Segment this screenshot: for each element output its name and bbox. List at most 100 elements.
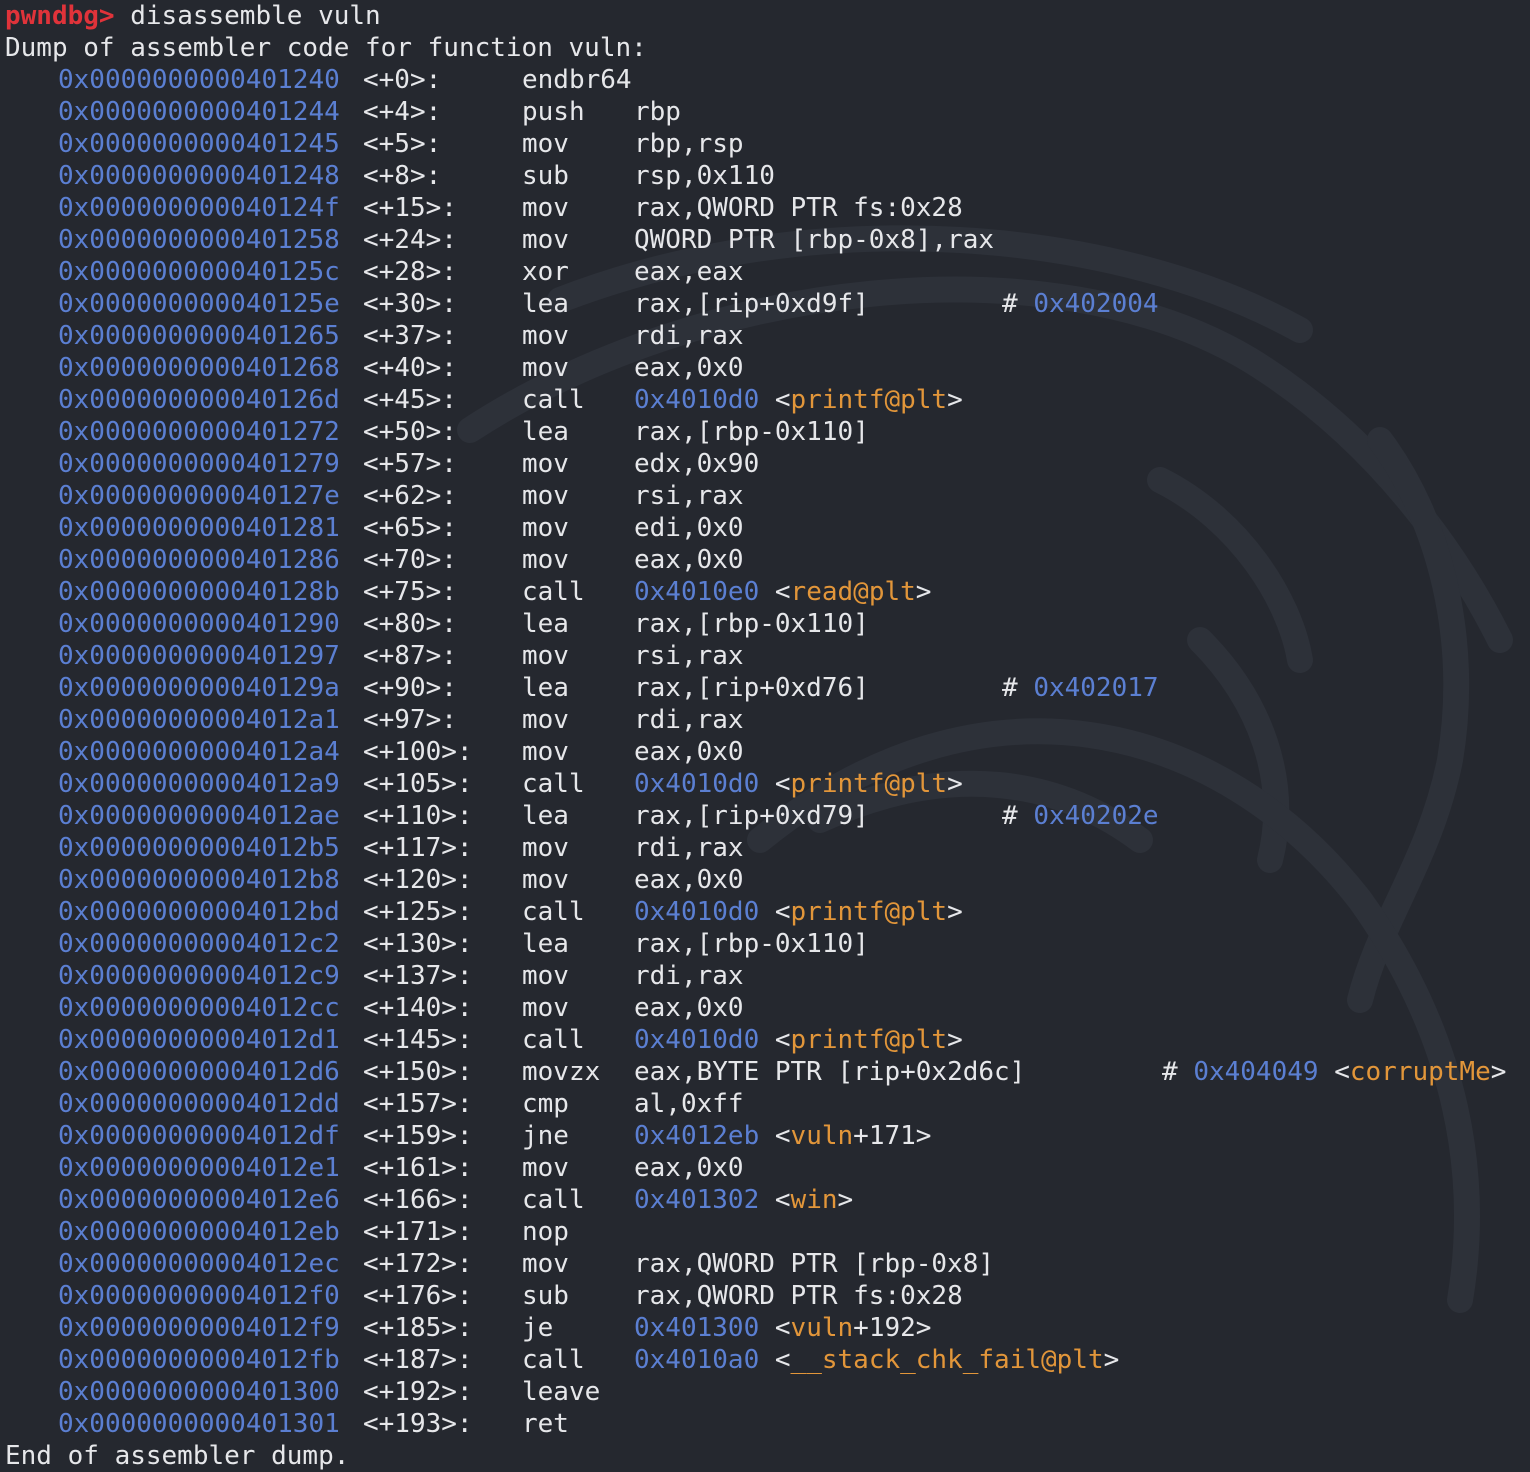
instruction-operands: rsi,rax xyxy=(634,641,744,671)
instruction-offset: <+45>: xyxy=(363,385,457,415)
instruction-operands: rbp,rsp xyxy=(634,129,744,159)
instruction-address: 0x0000000000401286 xyxy=(58,545,340,575)
instruction-mnemonic: mov xyxy=(522,961,569,991)
instruction-comment: # 0x40202e xyxy=(1002,800,1159,832)
comment-address: 0x404049 xyxy=(1193,1057,1319,1087)
instruction-address: 0x0000000000401258 xyxy=(58,225,340,255)
instruction-offset: <+57>: xyxy=(363,449,457,479)
instruction-mnemonic: endbr64 xyxy=(522,65,632,95)
instruction-offset: <+110>: xyxy=(363,801,473,831)
instruction-operands: rax,[rbp-0x110] xyxy=(634,609,869,639)
instruction-mnemonic: mov xyxy=(522,193,569,223)
instruction-address: 0x00000000004012f0 xyxy=(58,1281,340,1311)
symbol-close: > xyxy=(915,577,932,607)
symbol-open: < xyxy=(759,1121,791,1151)
branch-target: 0x4010d0 xyxy=(634,385,760,415)
comment-address: 0x402004 xyxy=(1033,289,1159,319)
instruction-operands: edx,0x90 xyxy=(634,449,760,479)
instruction-offset: <+120>: xyxy=(363,865,473,895)
symbol-open: < xyxy=(759,1345,791,1375)
instruction-operands: 0x4010d0 <printf@plt> xyxy=(634,1024,963,1056)
instruction-operands: eax,0x0 xyxy=(634,353,744,383)
instruction-row: 0x00000000004012eb <+171>: nop xyxy=(5,1216,1530,1248)
instruction-address: 0x0000000000401248 xyxy=(58,161,340,191)
instruction-mnemonic: mov xyxy=(522,993,569,1023)
instruction-offset: <+117>: xyxy=(363,833,473,863)
instruction-offset: <+172>: xyxy=(363,1249,473,1279)
instruction-operands: eax,0x0 xyxy=(634,865,744,895)
instruction-row: 0x00000000004012e1 <+161>: mov eax,0x0 xyxy=(5,1152,1530,1184)
instruction-mnemonic: mov xyxy=(522,1249,569,1279)
symbol-name: __stack_chk_fail@plt xyxy=(790,1345,1104,1375)
symbol-open: < xyxy=(759,897,791,927)
instruction-row: 0x0000000000401248 <+8>: sub rsp,0x110 xyxy=(5,160,1530,192)
prompt: pwndbg> xyxy=(5,1,115,31)
instruction-address: 0x0000000000401244 xyxy=(58,97,340,127)
instruction-row: 0x00000000004012d6 <+150>: movzx eax,BYTE P… xyxy=(5,1056,1530,1088)
instruction-row: 0x0000000000401286 <+70>: mov eax,0x0 xyxy=(5,544,1530,576)
instruction-comment: # 0x402004 xyxy=(1002,288,1159,320)
instruction-mnemonic: call xyxy=(522,769,585,799)
instruction-mnemonic: lea xyxy=(522,929,569,959)
instruction-offset: <+159>: xyxy=(363,1121,473,1151)
branch-target: 0x4010d0 xyxy=(634,769,760,799)
instruction-operands: 0x4010d0 <printf@plt> xyxy=(634,384,963,416)
instruction-row: 0x00000000004012bd <+125>: call 0x4010d0 <p… xyxy=(5,896,1530,928)
instruction-mnemonic: cmp xyxy=(522,1089,569,1119)
instruction-operands: 0x401302 <win> xyxy=(634,1184,853,1216)
instruction-offset: <+137>: xyxy=(363,961,473,991)
instruction-address: 0x00000000004012cc xyxy=(58,993,340,1023)
instruction-row: 0x00000000004012b5 <+117>: mov rdi,rax xyxy=(5,832,1530,864)
instruction-operands: rsi,rax xyxy=(634,481,744,511)
instruction-offset: <+24>: xyxy=(363,225,457,255)
symbol-name: printf@plt xyxy=(790,1025,948,1055)
instruction-address: 0x00000000004012df xyxy=(58,1121,340,1151)
instruction-address: 0x00000000004012a4 xyxy=(58,737,340,767)
instruction-address: 0x00000000004012eb xyxy=(58,1217,340,1247)
instruction-row: 0x00000000004012cc <+140>: mov eax,0x0 xyxy=(5,992,1530,1024)
symbol-close: > xyxy=(947,385,963,415)
instruction-operands: QWORD PTR [rbp-0x8],rax xyxy=(634,225,995,255)
instruction-row: 0x0000000000401300 <+192>: leave xyxy=(5,1376,1530,1408)
symbol-name: win xyxy=(790,1185,838,1215)
instruction-address: 0x00000000004012f9 xyxy=(58,1313,340,1343)
dump-header: Dump of assembler code for function vuln… xyxy=(5,33,647,63)
instruction-row: 0x0000000000401244 <+4>: push rbp xyxy=(5,96,1530,128)
instruction-address: 0x00000000004012b5 xyxy=(58,833,340,863)
instruction-address: 0x0000000000401240 xyxy=(58,65,340,95)
instruction-address: 0x0000000000401268 xyxy=(58,353,340,383)
instruction-mnemonic: xor xyxy=(522,257,569,287)
instruction-mnemonic: mov xyxy=(522,481,569,511)
instruction-operands: rdi,rax xyxy=(634,321,744,351)
terminal-window[interactable]: pwndbg> disassemble vuln Dump of assembl… xyxy=(0,0,1530,1471)
instruction-mnemonic: push xyxy=(522,97,585,127)
instruction-mnemonic: mov xyxy=(522,321,569,351)
instruction-offset: <+0>: xyxy=(363,65,442,95)
instruction-row: 0x0000000000401265 <+37>: mov rdi,rax xyxy=(5,320,1530,352)
instruction-mnemonic: lea xyxy=(522,673,569,703)
symbol-close: > xyxy=(947,897,963,927)
instruction-mnemonic: lea xyxy=(522,801,569,831)
instruction-mnemonic: movzx xyxy=(522,1057,601,1087)
instruction-offset: <+75>: xyxy=(363,577,457,607)
instruction-comment: # 0x402017 xyxy=(1002,672,1159,704)
instruction-mnemonic: jne xyxy=(522,1121,569,1151)
instruction-mnemonic: call xyxy=(522,1185,585,1215)
instruction-operands: rax,QWORD PTR fs:0x28 xyxy=(634,193,963,223)
instruction-operands: rax,[rip+0xd79] xyxy=(634,801,869,831)
instruction-operands: eax,eax xyxy=(634,257,744,287)
instruction-operands: rbp xyxy=(634,97,681,127)
instruction-address: 0x00000000004012c9 xyxy=(58,961,340,991)
comment-address: 0x402017 xyxy=(1033,673,1159,703)
instruction-row: 0x0000000000401301 <+193>: ret xyxy=(5,1408,1530,1440)
instruction-offset: <+192>: xyxy=(363,1377,473,1407)
instruction-operands: eax,0x0 xyxy=(634,1153,744,1183)
instruction-mnemonic: je xyxy=(522,1313,554,1343)
instruction-mnemonic: mov xyxy=(522,865,569,895)
instruction-offset: <+176>: xyxy=(363,1281,473,1311)
instruction-mnemonic: mov xyxy=(522,225,569,255)
instruction-address: 0x000000000040128b xyxy=(58,577,340,607)
instruction-address: 0x0000000000401265 xyxy=(58,321,340,351)
instruction-offset: <+87>: xyxy=(363,641,457,671)
instruction-row: 0x00000000004012ae <+110>: lea rax,[rip+0xd… xyxy=(5,800,1530,832)
